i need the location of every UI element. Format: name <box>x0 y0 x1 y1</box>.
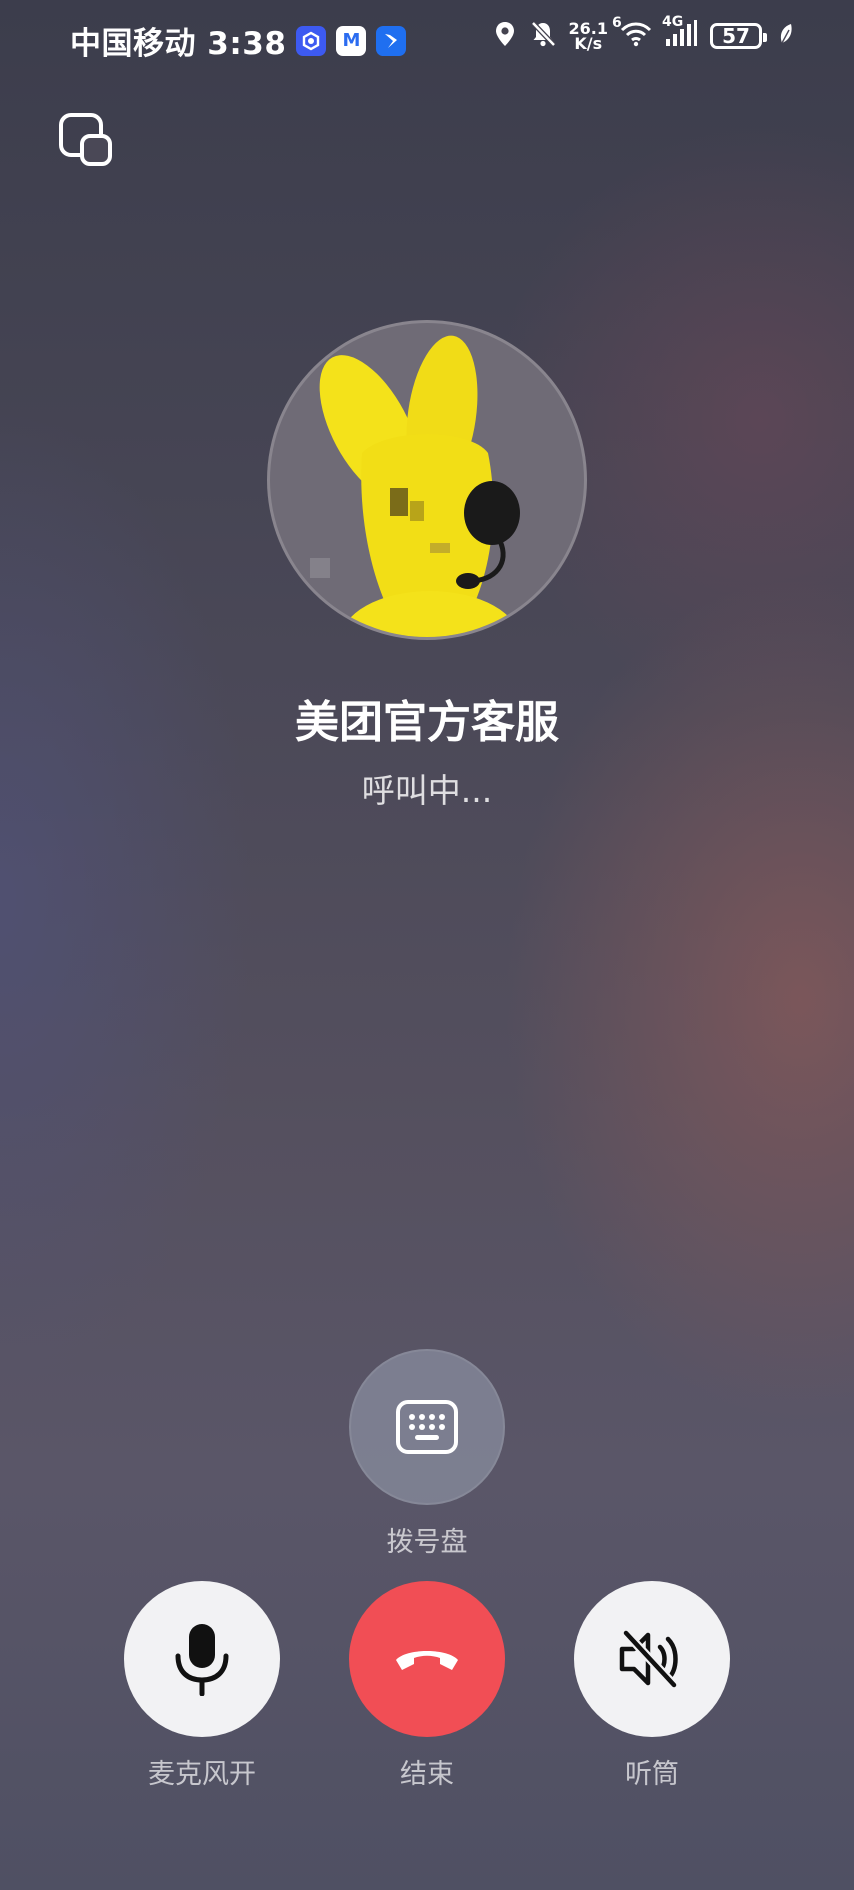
speaker-muted-icon <box>619 1629 678 1689</box>
contact-avatar <box>267 320 587 640</box>
microphone-label: 麦克风开 <box>148 1759 256 1790</box>
mute-bell-icon <box>529 20 557 52</box>
call-status: 呼叫中... <box>361 771 493 810</box>
contact-name: 美团官方客服 <box>295 697 559 748</box>
status-left: 中国移动 3:38 M <box>70 18 407 63</box>
status-right: 26.1 K/s 6 4G 57 <box>493 14 794 53</box>
floating-window-icon <box>59 113 112 166</box>
maps-app-icon: M <box>336 25 367 56</box>
battery-level: 57 <box>722 24 750 48</box>
yellow-rabbit-mascot-icon <box>310 335 520 637</box>
earpiece-button[interactable] <box>574 1581 730 1737</box>
keypad-button[interactable] <box>349 1349 505 1505</box>
cellular-signal-icon: 4G <box>662 14 698 52</box>
network-speed: 26.1 K/s <box>569 21 608 53</box>
cellular-tag: 4G <box>662 14 684 30</box>
keypad-icon <box>396 1400 458 1454</box>
wifi-tag: 6 <box>612 15 622 31</box>
microphone-icon <box>175 1624 229 1696</box>
end-call-button[interactable] <box>349 1581 505 1737</box>
app-notification-icon <box>296 25 327 56</box>
end-call-label: 结束 <box>400 1759 454 1790</box>
keypad-label: 拨号盘 <box>386 1527 468 1558</box>
hang-up-icon <box>396 1651 458 1670</box>
speed-unit: K/s <box>574 34 603 53</box>
location-icon <box>493 20 517 52</box>
status-bar: 中国移动 3:38 M 26.1 K/s 6 4G 57 <box>0 0 854 84</box>
floating-window-button[interactable] <box>58 112 114 168</box>
microphone-button[interactable] <box>124 1581 280 1737</box>
earpiece-label: 听筒 <box>625 1759 679 1790</box>
wifi-icon: 6 <box>612 15 652 51</box>
feishu-app-icon <box>376 25 407 56</box>
leaf-icon <box>778 22 794 50</box>
carrier-time: 中国移动 3:38 <box>70 26 287 62</box>
battery-indicator: 57 <box>710 23 767 49</box>
